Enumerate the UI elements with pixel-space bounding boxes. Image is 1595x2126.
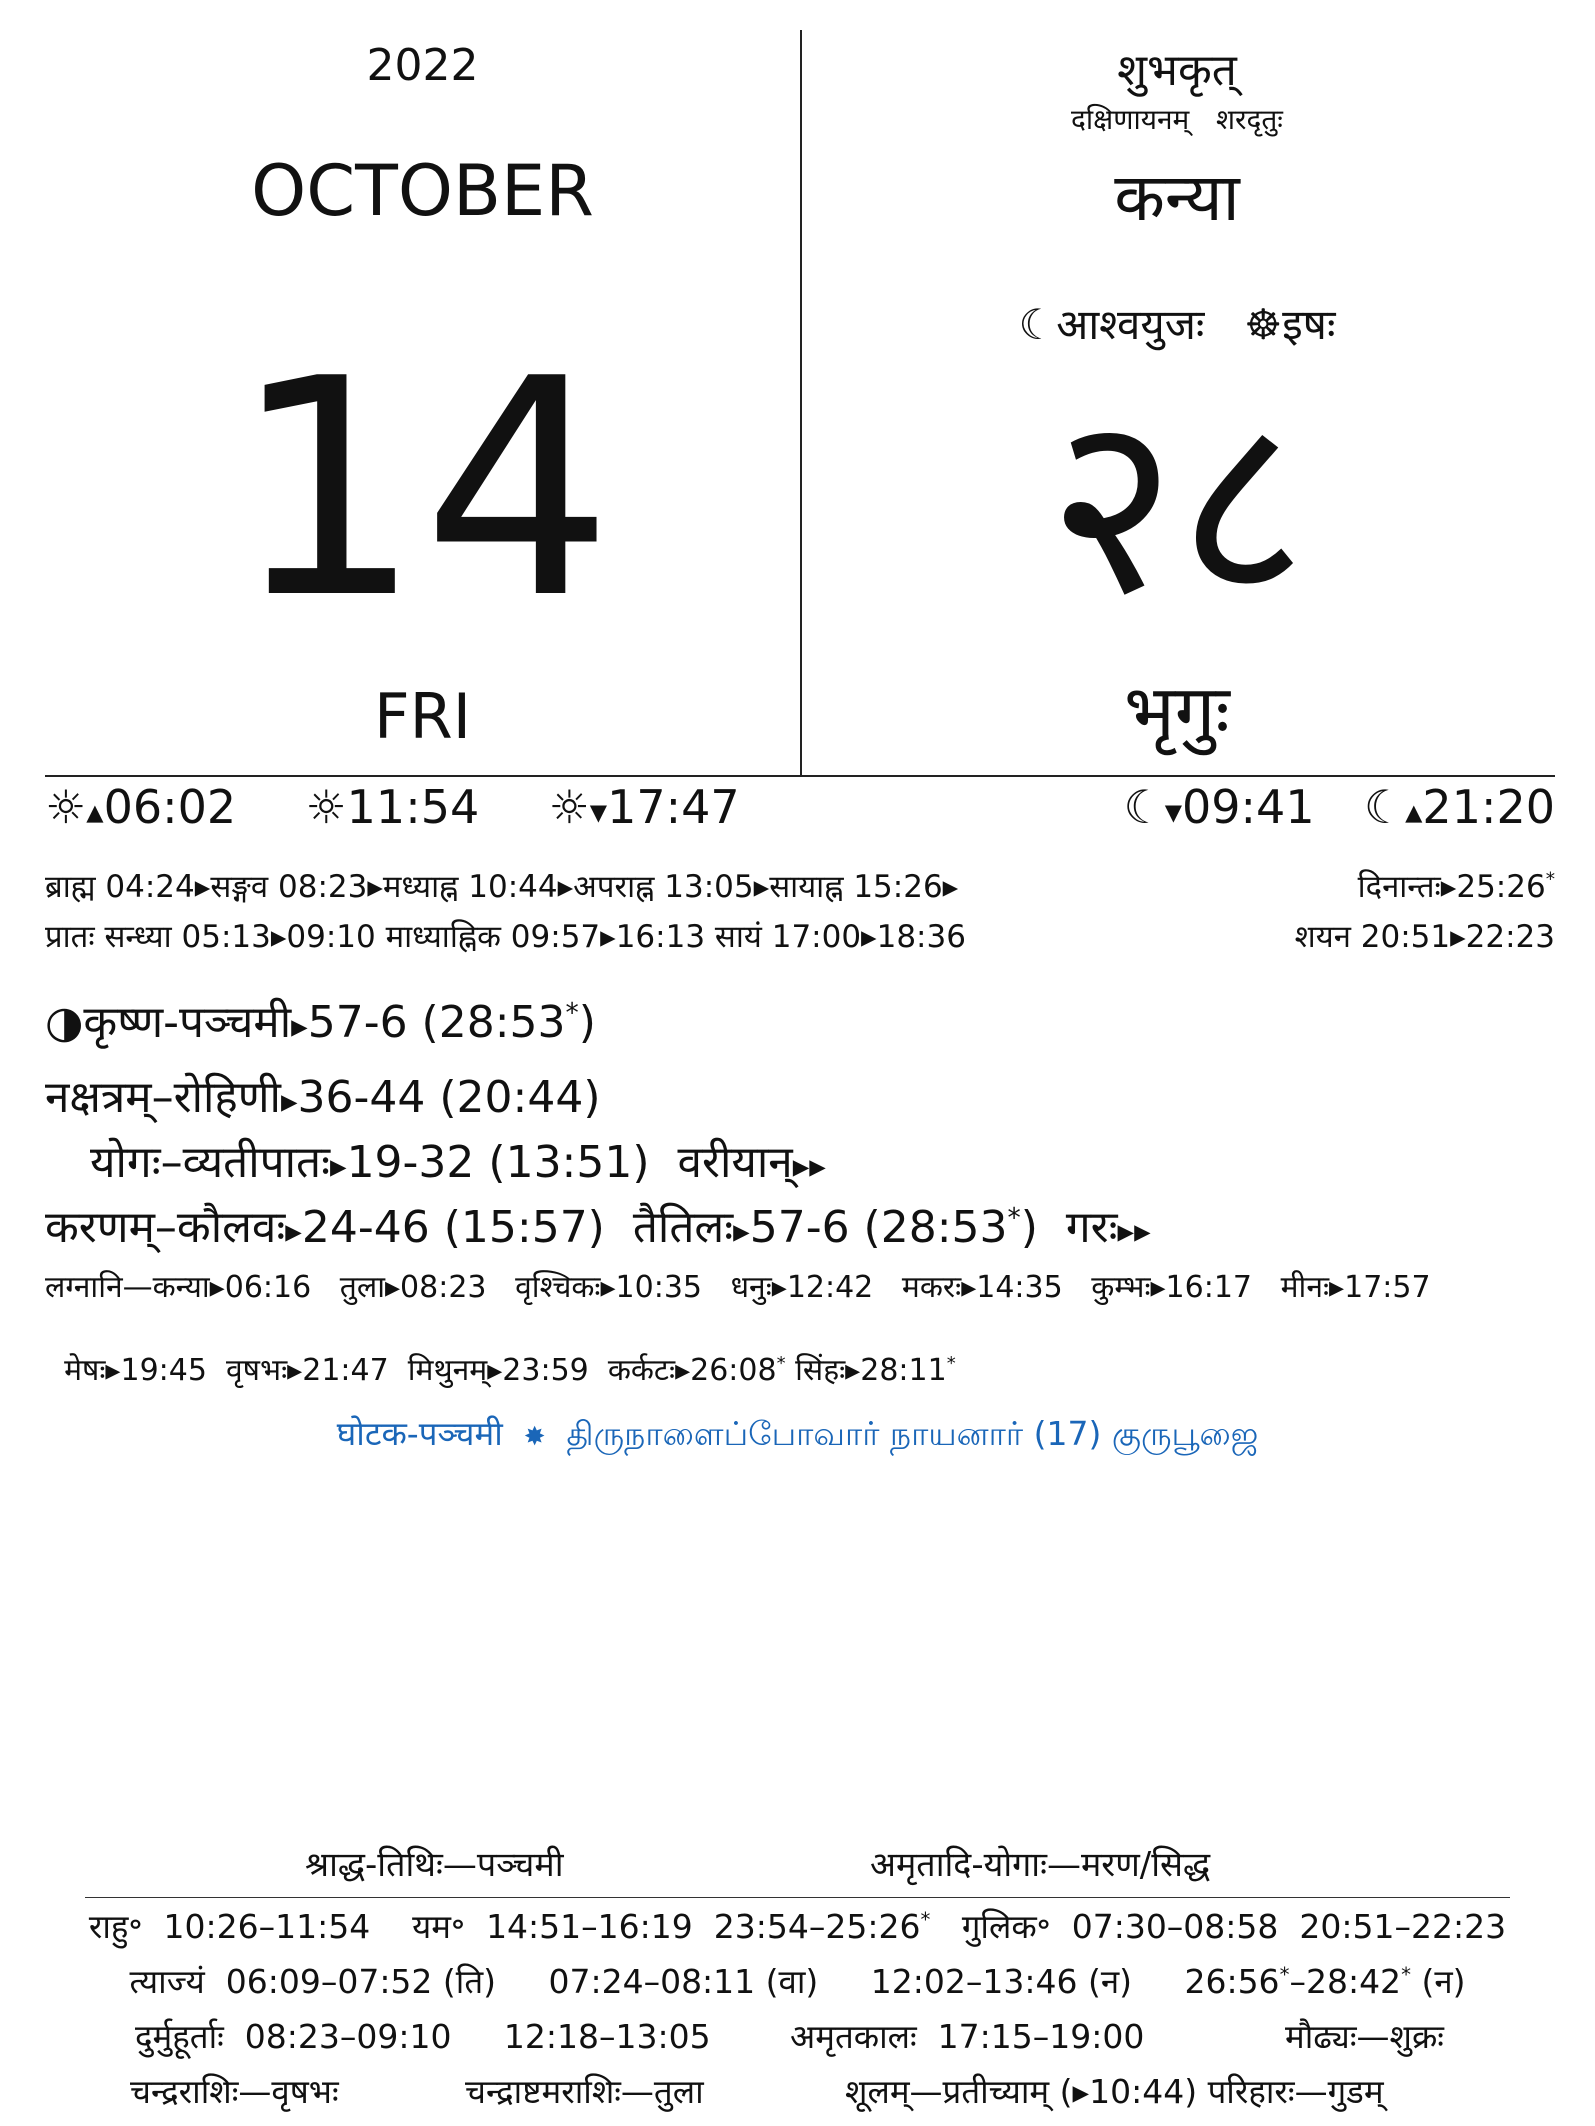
muhurta-line: ब्राह्म 04:24▸सङ्गव 08:23▸मध्याह्न 10:44… bbox=[45, 869, 959, 905]
star-burst-icon: ✸ bbox=[523, 1422, 546, 1452]
festival-sanskrit: घोटक-पञ्चमी bbox=[336, 1414, 503, 1453]
lagna-line-2: मेषः▸19:45 वृषभः▸21:47 मिथुनम्▸23:59 कर्… bbox=[64, 1353, 956, 1388]
shraddha-tithi: श्राद्ध-तिथिः—पञ्चमी bbox=[305, 1845, 564, 1885]
moon-times: ☾▾09:41 ☾▴21:20 bbox=[1123, 780, 1555, 834]
yoga: योगः–व्यतीपातः bbox=[90, 1137, 330, 1188]
shayana: शयन 20:51▸22:23 bbox=[1294, 919, 1555, 955]
sangava: सङ्गव 08:23 bbox=[210, 869, 368, 905]
karana2-value: 57-6 (28:53 bbox=[749, 1202, 1008, 1253]
tithi: कृष्ण-पञ्चमी bbox=[83, 997, 292, 1048]
durmuhurta: दुर्मुहूर्ताः 08:23–09:10 12:18–13:05 bbox=[135, 2017, 711, 2056]
festival-line: घोटक-पञ्चमी ✸ திருநாளைப்போவார் நாயனார் (… bbox=[0, 1410, 1595, 1458]
lagna-simha: सिंहः▸28:11 bbox=[795, 1353, 947, 1388]
wheel-sun-icon: ☸ bbox=[1244, 300, 1283, 349]
tyajya-end: –28:42 bbox=[1289, 1962, 1402, 2001]
noon-time: 11:54 bbox=[346, 780, 480, 834]
chandrashtama-rashi: चन्द्राष्टमराशिः—तुला bbox=[465, 2072, 704, 2111]
day-number: 14 bbox=[231, 315, 614, 664]
ritu: शरदृतुः bbox=[1215, 103, 1283, 136]
tyajya-line: त्याज्यं 06:09–07:52 (ति) 07:24–08:11 (व… bbox=[129, 1962, 1466, 2001]
chandra-rashi: चन्द्रराशिः—वृषभः bbox=[130, 2072, 339, 2111]
solar-month: इषः bbox=[1282, 300, 1336, 349]
year: 2022 bbox=[366, 40, 479, 91]
rahu-yama-gulika: राहु॰ 10:26–11:54 यम॰ 14:51–16:19 23:54–… bbox=[88, 1907, 1507, 1946]
sayahna: सायाह्न 15:26 bbox=[769, 869, 943, 905]
aparahna: अपराह्न 13:05 bbox=[573, 869, 754, 905]
dinanta: दिनान्तः▸25:26* bbox=[1357, 869, 1555, 905]
brahma-muhurta: ब्राह्म 04:24 bbox=[45, 869, 195, 905]
karana: करणम्–कौलवः bbox=[45, 1202, 286, 1253]
months-line: ☾आश्वयुजः ☸इषः bbox=[802, 295, 1552, 352]
karana-next: गरः bbox=[1065, 1202, 1118, 1253]
lunar-month: आश्वयुजः bbox=[1056, 300, 1205, 349]
tyajya-tail: (न) bbox=[1410, 1962, 1466, 2001]
dinanta-label: दिनान्तः bbox=[1357, 869, 1441, 905]
samvatsara: शुभकृत् bbox=[1117, 45, 1237, 96]
lagna-line-1: लग्नानि—कन्या▸06:16 तुला▸08:23 वृश्चिकः▸… bbox=[45, 1270, 1431, 1305]
tyajya: त्याज्यं 06:09–07:52 (ति) 07:24–08:11 (व… bbox=[129, 1962, 1280, 2001]
maudhya: मौढ्यः—शुक्रः bbox=[1285, 2017, 1444, 2056]
month: OCTOBER bbox=[251, 150, 594, 232]
yoga-value: 19-32 (13:51) bbox=[346, 1137, 650, 1188]
shula: शूलम्—प्रतीच्याम् (▸10:44) परिहारः—गुडम् bbox=[845, 2072, 1384, 2111]
weekday: FRI bbox=[373, 680, 472, 753]
amritadi-yoga: अमृतादि-योगाः—मरण/सिद्ध bbox=[870, 1845, 1211, 1885]
crescent-moon-icon: ☾ bbox=[1018, 300, 1057, 349]
yoga-next: वरीयान् bbox=[677, 1137, 793, 1188]
sunset-icon: ☼▾ bbox=[548, 780, 608, 834]
nakshatra: नक्षत्रम्–रोहिणी bbox=[45, 1072, 281, 1123]
sun-times: ☼▴06:02 ☼11:54 ☼▾17:47 bbox=[45, 780, 740, 834]
lagna-line-2-text: मेषः▸19:45 वृषभः▸21:47 मिथुनम्▸23:59 कर्… bbox=[64, 1353, 777, 1388]
solar-day: २८ bbox=[1047, 359, 1307, 650]
moonrise-time: 21:20 bbox=[1422, 780, 1555, 834]
tithi-line: ◑कृष्ण-पञ्चमी▸57-6 (28:53*) bbox=[45, 997, 596, 1048]
sandhya-line: प्रातः सन्ध्या 05:13▸09:10 माध्याह्निक 0… bbox=[45, 919, 966, 955]
header-divider bbox=[45, 775, 1555, 777]
solar-rashi: कन्या bbox=[1114, 159, 1240, 236]
noon-icon: ☼ bbox=[305, 780, 347, 834]
rahu-yama: राहु॰ 10:26–11:54 यम॰ 14:51–16:19 23:54–… bbox=[88, 1907, 921, 1946]
sunrise-icon: ☼▴ bbox=[45, 780, 104, 834]
karana-value: 24-46 (15:57) bbox=[301, 1202, 605, 1253]
vara: भृगुः bbox=[1124, 669, 1230, 753]
sunset-time: 17:47 bbox=[607, 780, 740, 834]
moonrise-icon: ☾▴ bbox=[1363, 780, 1423, 834]
tithi-value: 57-6 (28:53 bbox=[307, 997, 566, 1048]
moonset-time: 09:41 bbox=[1182, 780, 1315, 834]
ayana: दक्षिणायनम् bbox=[1071, 103, 1190, 136]
karana-line: करणम्–कौलवः▸24-46 (15:57) तैतिलः▸57-6 (2… bbox=[45, 1202, 1151, 1253]
yoga-line: योगः–व्यतीपातः▸19-32 (13:51) वरीयान्▸▸ bbox=[90, 1137, 826, 1188]
nakshatra-value: 36-44 (20:44) bbox=[297, 1072, 601, 1123]
amritakala: अमृतकालः 17:15–19:00 bbox=[790, 2017, 1145, 2056]
nakshatra-line: नक्षत्रम्–रोहिणी▸36-44 (20:44) bbox=[45, 1072, 601, 1123]
moonset-icon: ☾▾ bbox=[1123, 780, 1183, 834]
madhyahna: मध्याह्न 10:44 bbox=[382, 869, 558, 905]
festival-tamil: திருநாளைப்போவார் நாயனார் (17) குருபூஜை bbox=[566, 1414, 1259, 1453]
half-moon-icon: ◑ bbox=[45, 997, 84, 1048]
ayana-ritu: दक्षिणायनम् शरदृतुः bbox=[802, 100, 1552, 138]
dinanta-time: 25:26 bbox=[1456, 869, 1546, 905]
gulika: गुलिक॰ 07:30–08:58 20:51–22:23 bbox=[961, 1907, 1507, 1946]
footer-divider bbox=[85, 1897, 1510, 1898]
karana2: तैतिलः bbox=[632, 1202, 734, 1253]
sunrise-time: 06:02 bbox=[103, 780, 237, 834]
